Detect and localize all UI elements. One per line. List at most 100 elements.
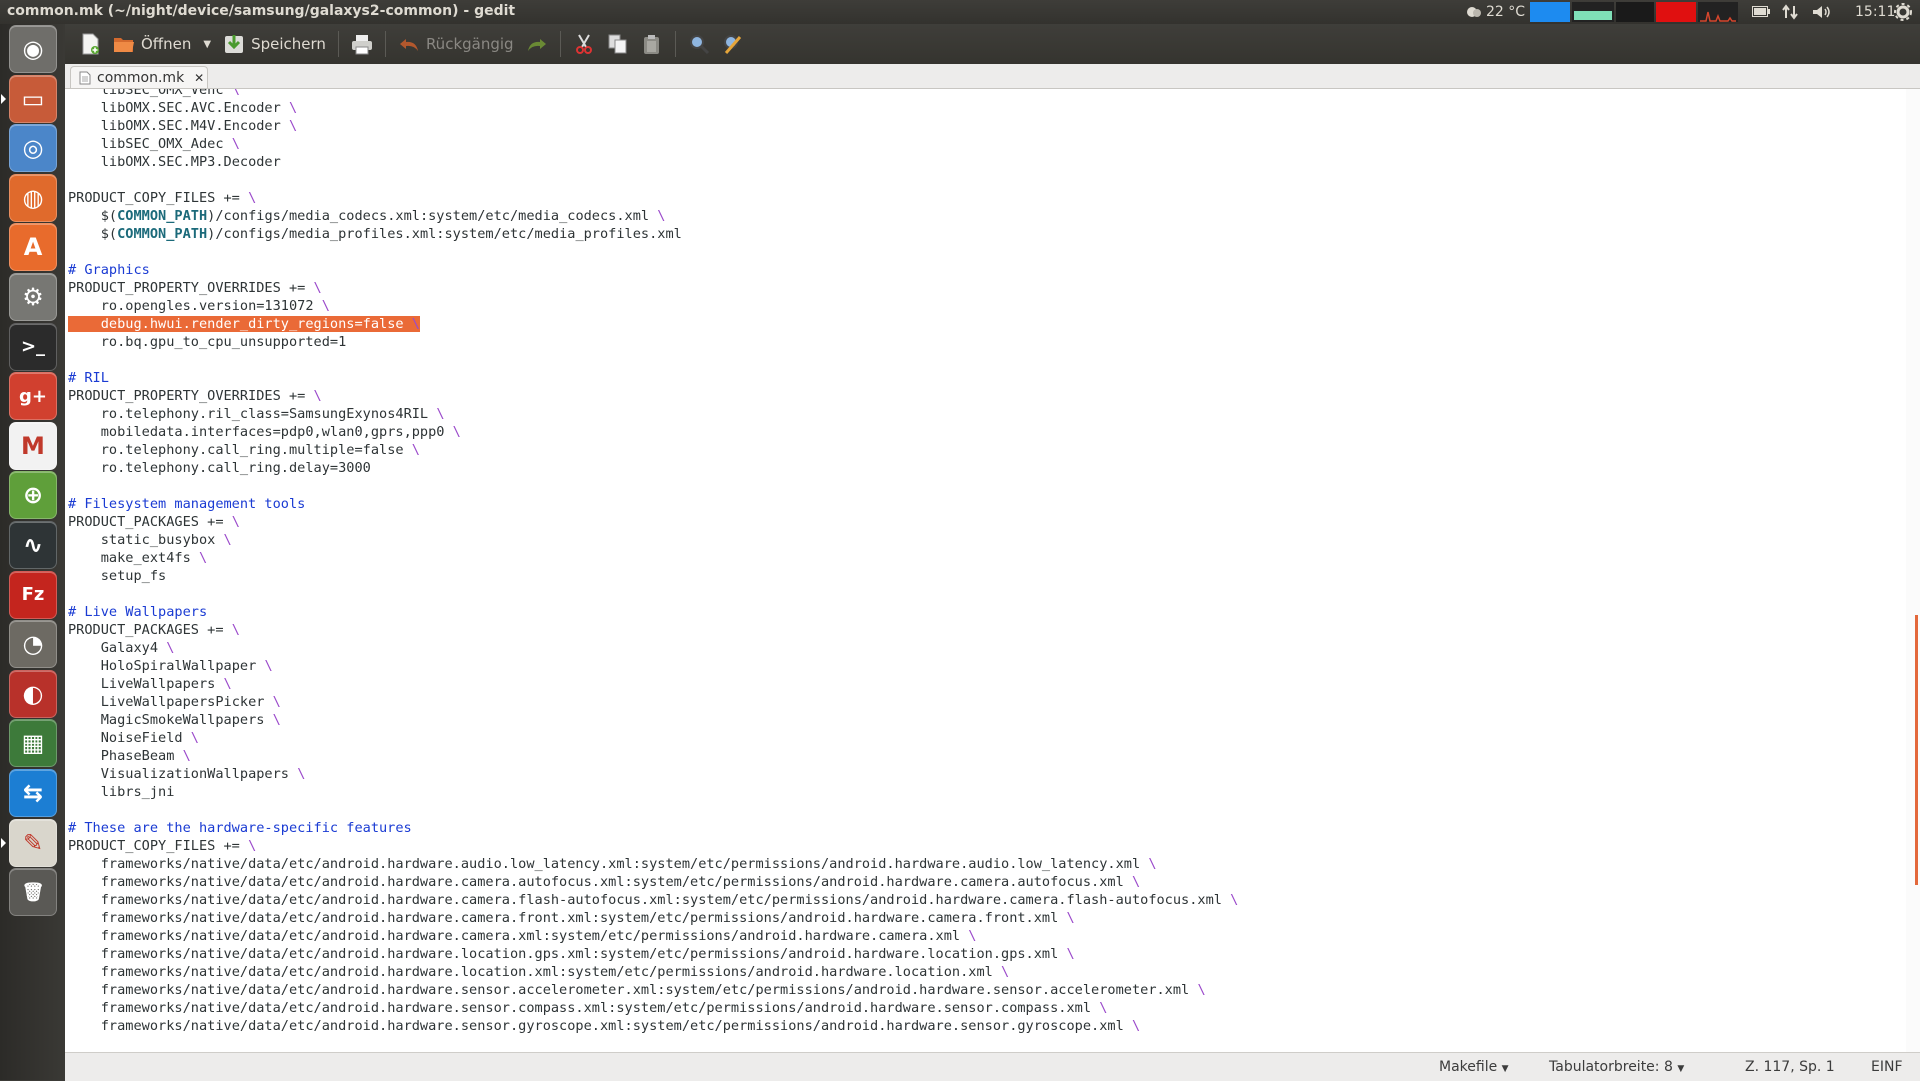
print-icon bbox=[351, 35, 372, 55]
new-document-button[interactable] bbox=[73, 28, 107, 60]
gedit-toolbar: Öffnen ▼ Speichern Rückgängig bbox=[65, 24, 1920, 64]
running-indicator bbox=[1, 93, 6, 104]
teamviewer-icon[interactable]: ⇆ bbox=[9, 769, 57, 817]
tab-common-mk[interactable]: common.mk ✕ bbox=[70, 66, 208, 88]
print-button[interactable] bbox=[345, 28, 379, 60]
code-line: LiveWallpapers \ bbox=[100, 676, 232, 692]
gimp-icon[interactable]: ◔ bbox=[9, 620, 57, 669]
text-editor[interactable]: libSEC_OMX_Venc \ libOMX.SEC.AVC.Encoder… bbox=[65, 89, 1906, 1052]
gmail-glyph: M bbox=[21, 431, 45, 460]
open-label: Öffnen bbox=[141, 35, 192, 53]
filezilla-glyph: Fz bbox=[21, 584, 45, 606]
unity-launcher: ◉ ▭ ◎ ◍ A ⚙ >_ g+ M ⊕ ∿ Fz ◔ ◐ ▦ ⇆ ✎ 🗑 bbox=[0, 24, 66, 1080]
comment-line: # Graphics bbox=[68, 262, 150, 278]
code-line: MagicSmokeWallpapers \ bbox=[100, 712, 281, 728]
weather-indicator[interactable]: 22 °C bbox=[1466, 0, 1525, 24]
software-center-glyph: A bbox=[23, 233, 43, 262]
battery-icon[interactable] bbox=[1752, 6, 1770, 26]
gmail-icon[interactable]: M bbox=[9, 421, 57, 470]
system-monitor-icon[interactable]: ∿ bbox=[9, 521, 57, 569]
tab-width-label: Tabulatorbreite: 8 bbox=[1549, 1059, 1673, 1075]
brasero-glyph: ◐ bbox=[22, 679, 44, 708]
toolbar-separator bbox=[337, 31, 339, 57]
cut-button[interactable] bbox=[567, 28, 601, 60]
files-icon[interactable]: ▭ bbox=[9, 74, 57, 123]
brasero-icon[interactable]: ◐ bbox=[9, 669, 57, 718]
filezilla-icon[interactable]: Fz bbox=[9, 570, 57, 619]
code-line: VisualizationWallpapers \ bbox=[100, 766, 306, 782]
network-monitor-graph[interactable] bbox=[1698, 2, 1738, 22]
disk-monitor-graph[interactable] bbox=[1656, 2, 1696, 22]
network-updown-icon[interactable] bbox=[1782, 4, 1798, 24]
paste-clipboard-icon bbox=[643, 35, 659, 54]
editor-scrollbar[interactable] bbox=[1906, 89, 1920, 1052]
clock[interactable]: 15:11 bbox=[1855, 0, 1895, 24]
volume-icon[interactable] bbox=[1812, 4, 1832, 24]
arduino-glyph: ⊕ bbox=[22, 481, 44, 510]
toolbar-separator bbox=[674, 31, 676, 57]
code-line: frameworks/native/data/etc/android.hardw… bbox=[100, 964, 1010, 980]
temperature-label: 22 °C bbox=[1486, 4, 1526, 20]
new-document-icon bbox=[82, 33, 99, 55]
arduino-icon[interactable]: ⊕ bbox=[9, 471, 57, 520]
code-line: HoloSpiralWallpaper \ bbox=[100, 658, 273, 674]
copy-button[interactable] bbox=[601, 28, 635, 60]
code-line: mobiledata.interfaces=pdp0,wlan0,gprs,pp… bbox=[100, 424, 461, 440]
firefox-glyph: ◍ bbox=[22, 183, 44, 212]
code-line: PRODUCT_COPY_FILES += \ bbox=[68, 838, 257, 854]
ubuntu-dash-icon[interactable]: ◉ bbox=[9, 25, 57, 73]
rubik-game-icon[interactable]: ▦ bbox=[9, 719, 57, 768]
system-settings-glyph: ⚙ bbox=[22, 283, 44, 311]
code-line: librs_jni bbox=[100, 784, 175, 800]
insert-mode: EINF bbox=[1871, 1059, 1903, 1075]
ubuntu-dash-glyph: ◉ bbox=[22, 35, 44, 63]
search-replace-button[interactable] bbox=[716, 28, 750, 60]
open-button[interactable]: Öffnen bbox=[107, 28, 197, 60]
tab-width-selector[interactable]: Tabulatorbreite: 8 ▼ bbox=[1549, 1059, 1684, 1075]
code-line: NoiseField \ bbox=[100, 730, 199, 746]
cursor-position: Z. 117, Sp. 1 bbox=[1745, 1059, 1835, 1075]
code-line: ro.opengles.version=131072 \ bbox=[100, 298, 330, 314]
save-icon bbox=[225, 35, 244, 53]
save-button[interactable]: Speichern bbox=[217, 28, 332, 60]
code-line: $(COMMON_PATH)/configs/media_profiles.xm… bbox=[100, 226, 682, 242]
search-button[interactable] bbox=[682, 28, 716, 60]
search-replace-icon bbox=[723, 35, 741, 54]
scrollbar-thumb[interactable] bbox=[1915, 615, 1918, 885]
code-line: frameworks/native/data/etc/android.hardw… bbox=[100, 1018, 1141, 1034]
comment-line: # These are the hardware-specific featur… bbox=[68, 820, 412, 836]
tab-label: common.mk bbox=[97, 69, 185, 86]
swap-monitor-graph[interactable] bbox=[1616, 2, 1654, 22]
open-folder-icon bbox=[114, 38, 134, 52]
redo-button[interactable] bbox=[520, 28, 554, 60]
language-selector[interactable]: Makefile ▼ bbox=[1439, 1059, 1509, 1075]
undo-button[interactable]: Rückgängig bbox=[392, 28, 520, 60]
gimp-glyph: ◔ bbox=[22, 630, 44, 659]
save-label: Speichern bbox=[251, 35, 326, 53]
toolbar-separator bbox=[384, 31, 386, 57]
terminal-icon[interactable]: >_ bbox=[9, 322, 57, 371]
system-monitor-glyph: ∿ bbox=[22, 531, 44, 559]
undo-arrow-icon bbox=[399, 39, 418, 51]
open-dropdown-button[interactable]: ▼ bbox=[197, 28, 217, 60]
tab-close-icon[interactable]: ✕ bbox=[194, 71, 204, 85]
cpu-monitor-graph[interactable] bbox=[1530, 2, 1570, 22]
google-plus-icon[interactable]: g+ bbox=[9, 372, 57, 421]
gedit-icon[interactable]: ✎ bbox=[9, 818, 57, 867]
session-gear-icon[interactable] bbox=[1894, 3, 1912, 23]
window-title: common.mk (~/night/device/samsung/galaxy… bbox=[7, 3, 516, 19]
redo-arrow-icon bbox=[527, 39, 546, 51]
firefox-icon[interactable]: ◍ bbox=[9, 173, 57, 222]
chromium-glyph: ◎ bbox=[22, 134, 44, 163]
trash-icon[interactable]: 🗑 bbox=[9, 868, 57, 917]
code-line: frameworks/native/data/etc/android.hardw… bbox=[100, 982, 1206, 998]
system-settings-icon[interactable]: ⚙ bbox=[9, 273, 57, 321]
paste-button[interactable] bbox=[635, 28, 669, 60]
chevron-down-icon: ▼ bbox=[1677, 1064, 1685, 1074]
code-line: ro.telephony.call_ring.multiple=false \ bbox=[100, 442, 420, 458]
software-center-icon[interactable]: A bbox=[9, 223, 57, 272]
code-line: libOMX.SEC.MP3.Decoder bbox=[100, 154, 281, 170]
chromium-icon[interactable]: ◎ bbox=[9, 124, 57, 173]
chevron-down-icon: ▼ bbox=[1501, 1064, 1509, 1074]
memory-monitor-graph[interactable] bbox=[1572, 2, 1614, 22]
